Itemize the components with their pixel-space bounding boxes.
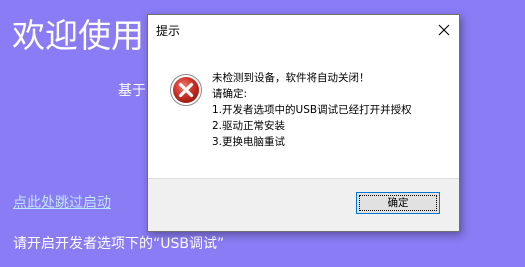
welcome-title: 欢迎使用: [12, 16, 144, 55]
message-line: 2.驱动正常安装: [212, 120, 286, 132]
message-line: 请确定:: [212, 88, 248, 100]
error-icon: [169, 73, 203, 107]
dialog-title: 提示: [156, 24, 181, 38]
dialog-body: 未检测到设备，软件将自动关闭！ 请确定: 1.开发者选项中的USB调试已经打开并…: [148, 45, 459, 179]
error-dialog: 提示 未检测到设备，软件将自动关闭！ 请确定: 1.开发者选项中的USB调试已经…: [147, 14, 460, 232]
skip-startup-link[interactable]: 点此处跳过启动: [13, 192, 111, 212]
ok-button[interactable]: 确定: [356, 192, 440, 214]
usb-debug-hint: 请开启开发者选项下的“USB调试”: [13, 236, 225, 252]
close-icon[interactable]: [435, 21, 453, 39]
message-line: 未检测到设备，软件将自动关闭！: [212, 72, 370, 84]
message-line: 3.更换电脑重试: [212, 136, 286, 148]
message-line: 1.开发者选项中的USB调试已经打开并授权: [212, 104, 412, 116]
dialog-titlebar[interactable]: 提示: [148, 15, 459, 45]
dialog-footer: 确定: [148, 178, 459, 231]
welcome-subtitle: 基于: [118, 83, 146, 99]
dialog-message: 未检测到设备，软件将自动关闭！ 请确定: 1.开发者选项中的USB调试已经打开并…: [212, 70, 412, 150]
